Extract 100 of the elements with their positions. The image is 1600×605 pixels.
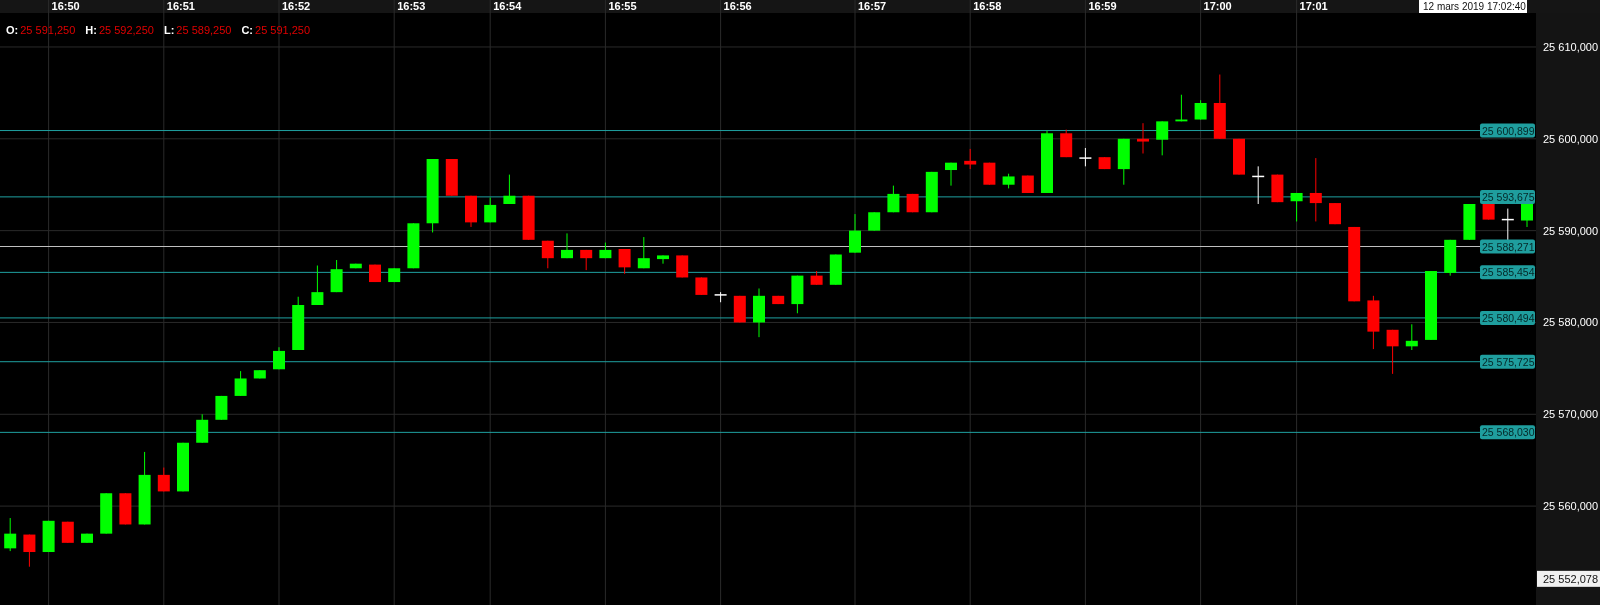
candlestick [1041,130,1053,194]
ohlc-label: L: [163,24,175,37]
candlestick [522,195,535,241]
price-level-tag: 25 593,675 [1480,189,1535,204]
time-axis-label: 16:53 [397,0,426,12]
time-axis-label: 17:00 [1203,0,1232,12]
price-level-tag: 25 580,494 [1480,310,1535,325]
candlestick [945,162,957,187]
ohlc-value: 25 592,250 [98,24,154,37]
candlestick [1251,165,1265,205]
candlestick [253,369,266,379]
time-axis-label: 16:57 [858,0,887,12]
time-axis-label: 17:01 [1299,0,1328,12]
candlestick [177,442,189,492]
candlestick [1233,138,1245,176]
candlestick [772,295,785,305]
price-axis-label: 25 570,000 [1543,408,1599,421]
candlestick [810,270,823,286]
candlestick [1271,174,1284,203]
candlestick [407,222,420,269]
candlestick [1444,239,1457,277]
candlestick [657,254,669,265]
ohlc-label: C: [241,24,254,37]
ohlc-value: 25 591,250 [20,24,76,37]
candlestick [791,275,804,314]
candlestick [580,249,593,271]
time-axis-label: 16:50 [51,0,80,12]
candlestick [215,395,228,421]
candlestick [42,520,55,553]
candlestick [637,236,650,269]
candlestick [100,492,113,535]
price-level-tag: 25 568,030 [1480,425,1535,440]
time-axis-label: 16:54 [493,0,522,12]
candlestick [388,267,401,283]
candlestick [1117,138,1130,186]
candlestick [369,264,381,283]
candlestick [484,197,497,223]
candlestick [753,288,765,338]
candlestick [61,521,74,544]
candlestick [1060,129,1073,158]
candlestick [349,263,362,269]
candlestick [618,248,631,275]
price-level-tag: 25 585,454 [1480,265,1535,280]
ohlc-label: H: [85,24,97,37]
candlestick [1405,323,1418,351]
price-axis-label: 25 610,000 [1543,41,1599,53]
candlestick [503,174,516,205]
candlestick [541,240,554,269]
candlestick [964,148,977,170]
candlestick [1425,270,1437,341]
time-axis-label: 16:56 [723,0,752,12]
price-level-tag: 25 588,271 [1480,239,1535,254]
time-axis-label: 16:52 [282,0,311,12]
candlestick [1137,122,1149,154]
candlestick [23,534,36,568]
candlestick [887,185,900,213]
candlestick [1521,203,1533,228]
candlestick [330,259,343,293]
candlestick [273,346,285,370]
candlestick [234,370,247,397]
candlestick [829,254,842,286]
ohlc-value: 25 591,250 [255,24,311,37]
candlestick [1156,120,1169,156]
candlestick [695,276,708,296]
candlestick [1194,99,1207,120]
time-axis-label: 16:55 [608,0,637,12]
price-axis-label: 25 580,000 [1543,316,1599,329]
candlestick [1309,157,1322,222]
candlestick [311,265,324,306]
candlestick [119,492,132,525]
candlestick [1463,203,1476,241]
candlestick [292,296,305,351]
candlestick [906,193,919,213]
candlestick [1021,175,1034,194]
time-axis-label: 16:59 [1088,0,1117,12]
candlestick [868,211,881,232]
candlestick [1002,173,1015,189]
cursor-time-label: 12 mars 2019 17:02:40 [1419,0,1527,13]
price-axis-label: 25 560,000 [1543,500,1599,513]
candlestick [1367,295,1380,350]
candlestick [4,517,17,552]
price-axis-label: 25 590,000 [1543,224,1599,237]
candlestick [983,162,996,186]
candlestick [733,295,746,323]
price-level-tag: 25 575,725 [1480,354,1535,369]
candlestick [157,467,170,492]
ohlc-label: O: [6,24,19,37]
candlestick [1098,156,1111,170]
candlestick [849,213,861,254]
candlestick [1329,202,1341,225]
candlestick [1386,329,1399,375]
candlestick [599,242,612,259]
candlestick [713,291,728,303]
candlestick [1175,94,1188,122]
candlestick [1213,74,1226,140]
price-level-tag: 25 600,899 [1480,123,1535,138]
candlestick [196,413,209,444]
candlestick [561,232,573,259]
candlestick [1078,147,1093,167]
candlestick [676,254,689,278]
